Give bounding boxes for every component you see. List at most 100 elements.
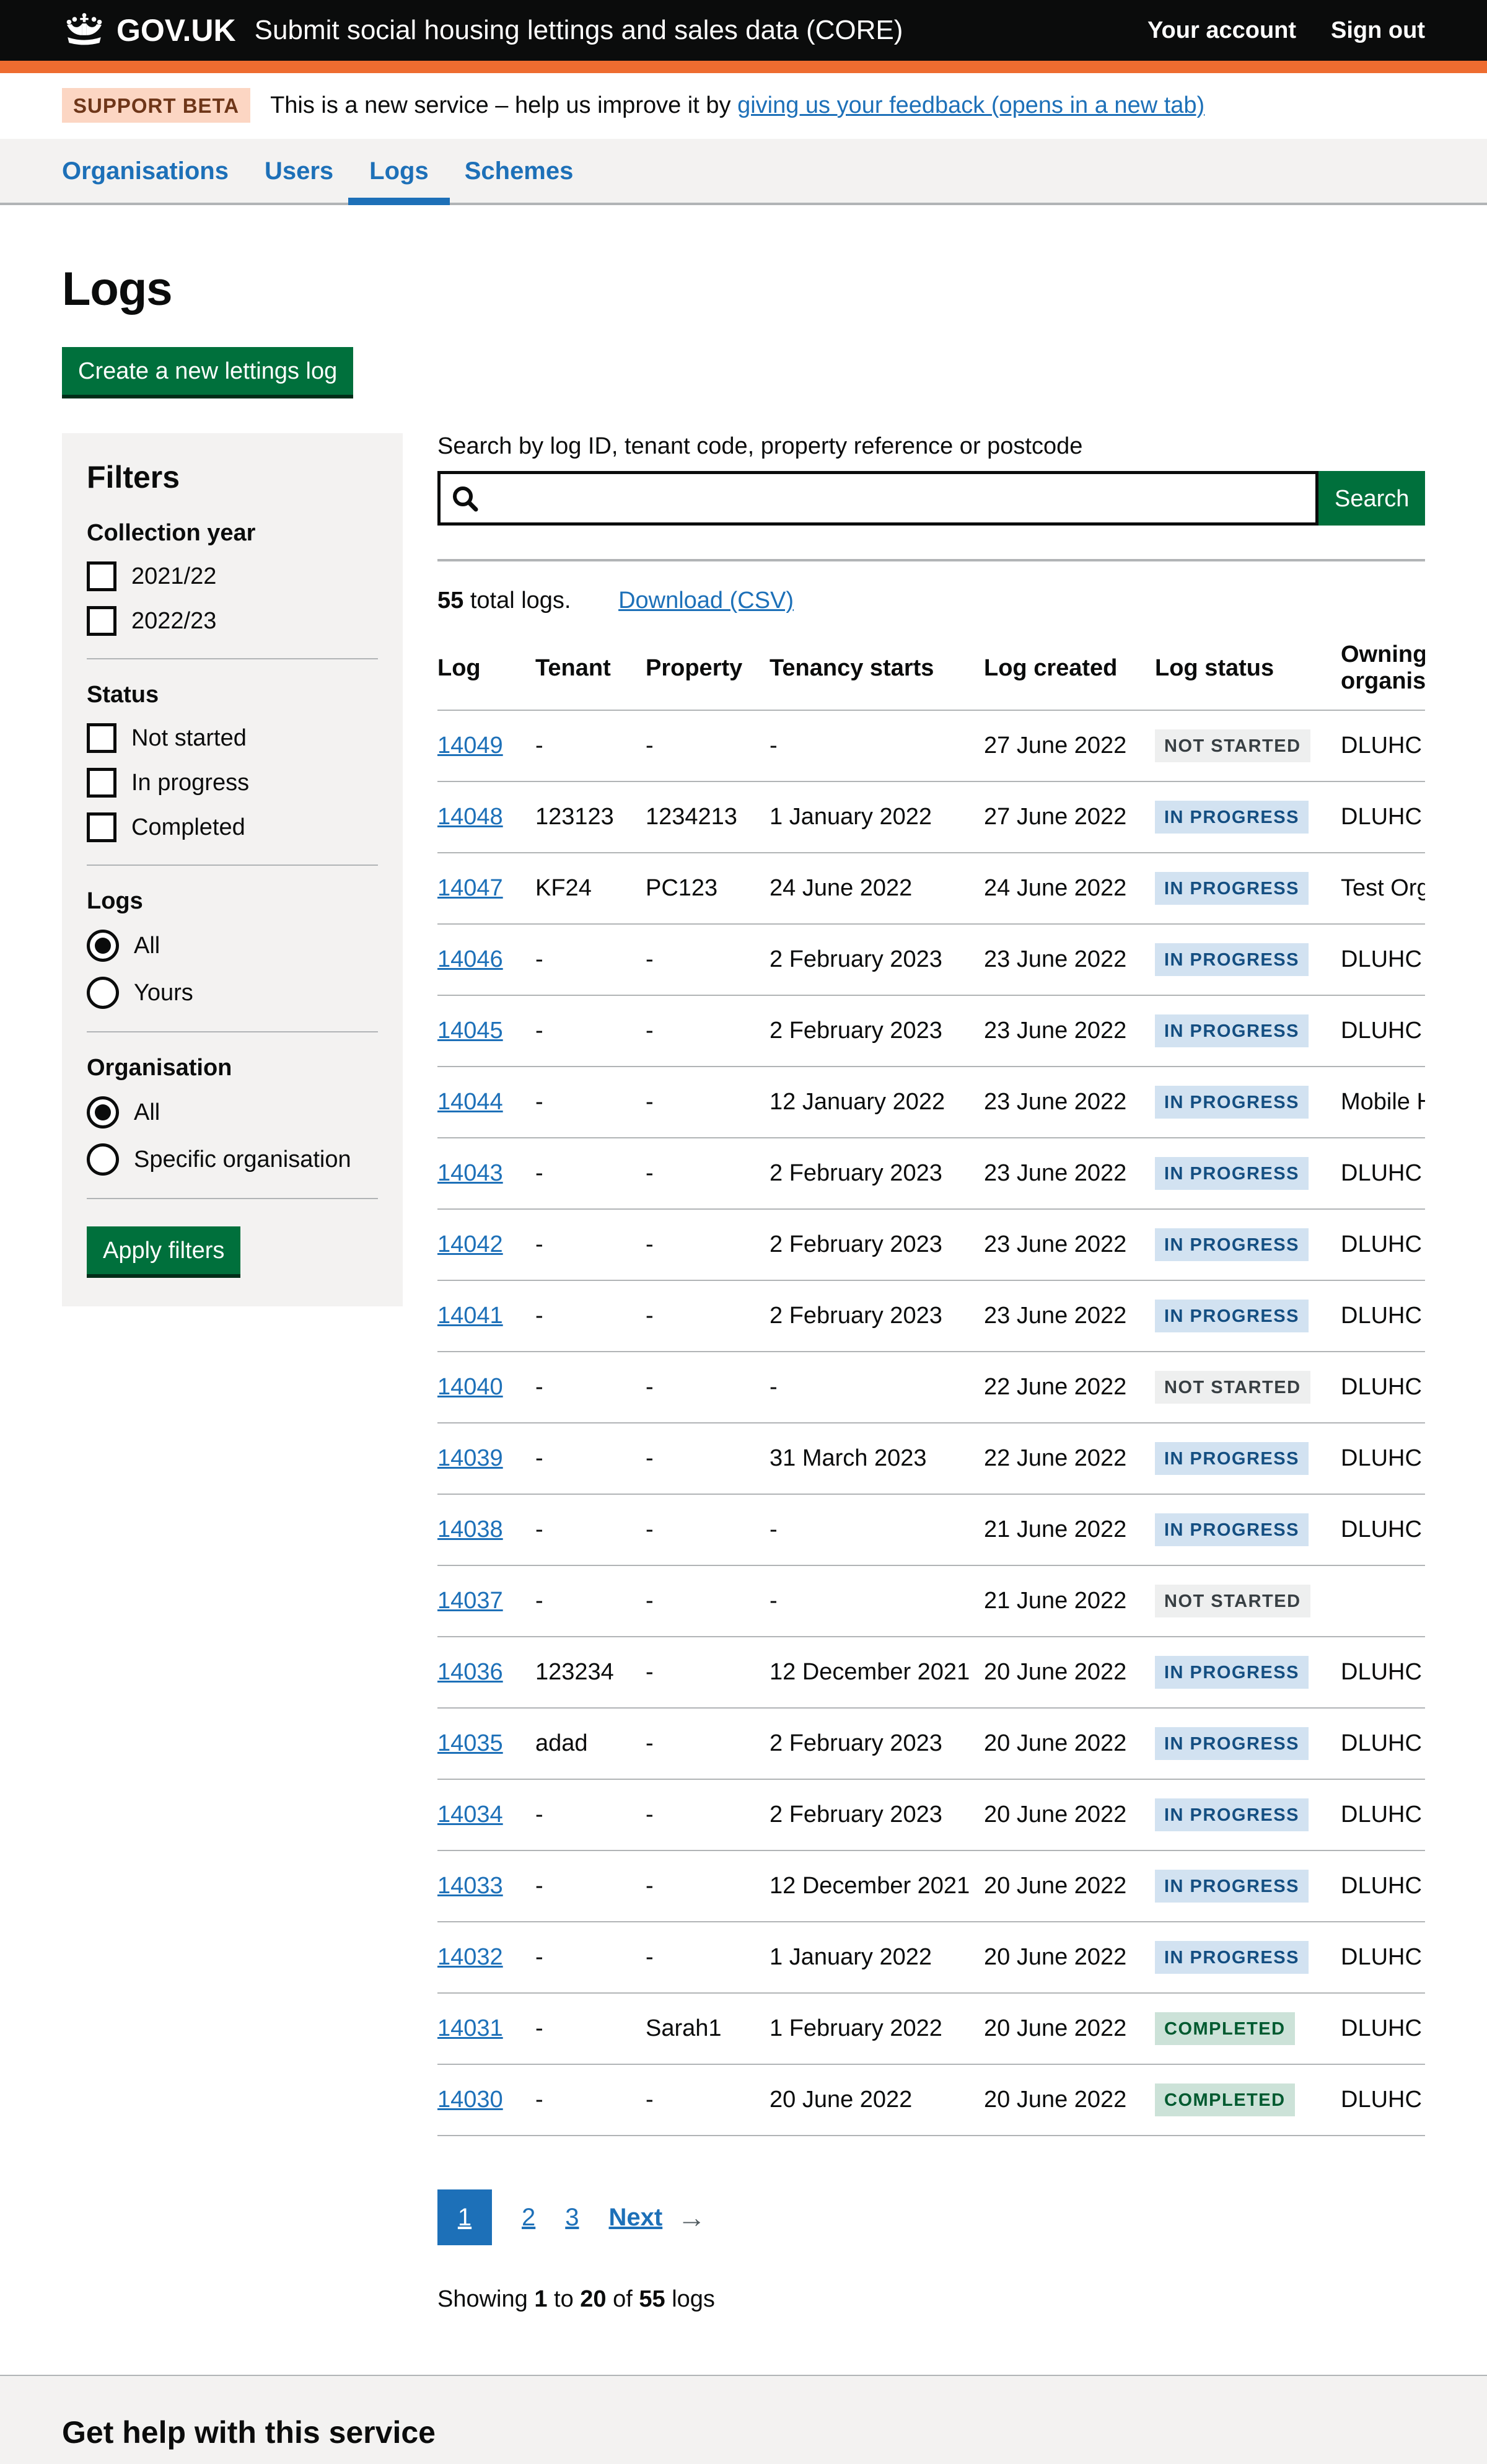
- radio-label[interactable]: Yours: [134, 980, 193, 1006]
- log-link[interactable]: 14040: [437, 1374, 503, 1400]
- status-cell: NOT STARTED: [1155, 1565, 1341, 1637]
- log-created-cell: 20 June 2022: [984, 1850, 1155, 1922]
- radio-specific-organisation[interactable]: [87, 1143, 119, 1176]
- tab-users[interactable]: Users: [265, 139, 333, 203]
- log-link[interactable]: 14033: [437, 1873, 503, 1899]
- status-badge: IN PROGRESS: [1155, 1656, 1309, 1689]
- log-link[interactable]: 14032: [437, 1944, 503, 1970]
- log-link[interactable]: 14035: [437, 1730, 503, 1756]
- radio-label[interactable]: All: [134, 1099, 160, 1126]
- page-2[interactable]: 2: [522, 2204, 535, 2232]
- radio-label[interactable]: Specific organisation: [134, 1146, 351, 1173]
- owning-organisation-cell: DLUHC: [1341, 1352, 1425, 1423]
- checkbox-option-completed[interactable]: Completed: [87, 812, 378, 842]
- log-created-cell: 20 June 2022: [984, 1779, 1155, 1850]
- radio-option-specific-organisation[interactable]: Specific organisation: [87, 1143, 378, 1176]
- service-name[interactable]: Submit social housing lettings and sales…: [255, 15, 903, 46]
- sign-out-link[interactable]: Sign out: [1331, 17, 1425, 44]
- log-cell: 14035: [437, 1708, 535, 1779]
- radio-yours[interactable]: [87, 977, 119, 1009]
- checkbox-2021-22[interactable]: [87, 561, 116, 591]
- status-cell: IN PROGRESS: [1155, 1067, 1341, 1138]
- log-created-cell: 21 June 2022: [984, 1494, 1155, 1565]
- logs-table: Log Tenant Property Tenancy starts Log c…: [437, 641, 1425, 2136]
- property-cell: PC123: [646, 853, 770, 924]
- log-created-cell: 23 June 2022: [984, 924, 1155, 995]
- table-row: 14042--2 February 202323 June 2022IN PRO…: [437, 1209, 1425, 1280]
- checkbox-option-not-started[interactable]: Not started: [87, 723, 378, 753]
- radio-option-yours[interactable]: Yours: [87, 977, 378, 1009]
- log-link[interactable]: 14030: [437, 2087, 503, 2113]
- checkbox-2022-23[interactable]: [87, 606, 116, 636]
- log-link[interactable]: 14045: [437, 1018, 503, 1044]
- log-link[interactable]: 14047: [437, 875, 503, 901]
- checkbox-label[interactable]: In progress: [131, 770, 249, 796]
- tenant-cell: 123234: [535, 1637, 646, 1708]
- header-logo-group[interactable]: GOV.UK Submit social housing lettings an…: [62, 12, 903, 48]
- tenant-cell: -: [535, 1423, 646, 1494]
- log-link[interactable]: 14046: [437, 946, 503, 972]
- property-cell: -: [646, 1209, 770, 1280]
- checkbox-completed[interactable]: [87, 812, 116, 842]
- page-1[interactable]: 1: [437, 2189, 492, 2245]
- tab-schemes[interactable]: Schemes: [465, 139, 574, 203]
- property-cell: -: [646, 995, 770, 1067]
- tenancy-starts-cell: 2 February 2023: [770, 1708, 984, 1779]
- log-link[interactable]: 14036: [437, 1659, 503, 1685]
- checkbox-label[interactable]: 2021/22: [131, 563, 216, 590]
- checkbox-option-2022-23[interactable]: 2022/23: [87, 606, 378, 636]
- showing-prefix: Showing: [437, 2286, 534, 2312]
- status-badge: IN PROGRESS: [1155, 943, 1309, 976]
- create-lettings-log-button[interactable]: Create a new lettings log: [62, 347, 353, 395]
- checkbox-option-2021-22[interactable]: 2021/22: [87, 561, 378, 591]
- checkbox-label[interactable]: Not started: [131, 725, 247, 752]
- log-link[interactable]: 14039: [437, 1445, 503, 1471]
- log-created-cell: 23 June 2022: [984, 1138, 1155, 1209]
- page-3[interactable]: 3: [565, 2204, 579, 2232]
- radio-label[interactable]: All: [134, 933, 160, 959]
- showing-suffix: logs: [665, 2286, 715, 2312]
- log-link[interactable]: 14044: [437, 1089, 503, 1115]
- owning-organisation-cell: DLUHC Test: [1341, 1779, 1425, 1850]
- property-cell: -: [646, 1352, 770, 1423]
- log-link[interactable]: 14049: [437, 733, 503, 759]
- tenancy-starts-cell: 2 February 2023: [770, 1779, 984, 1850]
- tenant-cell: -: [535, 1138, 646, 1209]
- log-link[interactable]: 14042: [437, 1231, 503, 1257]
- property-cell: -: [646, 1280, 770, 1352]
- table-row: 14047KF24PC12324 June 202224 June 2022IN…: [437, 853, 1425, 924]
- next-page-link[interactable]: Next: [609, 2204, 663, 2232]
- feedback-link[interactable]: giving us your feedback (opens in a new …: [737, 92, 1204, 118]
- checkbox-not-started[interactable]: [87, 723, 116, 753]
- table-row: 14037---21 June 2022NOT STARTED: [437, 1565, 1425, 1637]
- radio-option-all[interactable]: All: [87, 1096, 378, 1129]
- checkbox-label[interactable]: 2022/23: [131, 608, 216, 635]
- radio-all[interactable]: [87, 930, 119, 962]
- download-csv-link[interactable]: Download (CSV): [618, 587, 794, 614]
- status-cell: IN PROGRESS: [1155, 1850, 1341, 1922]
- status-cell: IN PROGRESS: [1155, 924, 1341, 995]
- phase-banner: SUPPORT BETA This is a new service – hel…: [0, 73, 1487, 139]
- tab-logs[interactable]: Logs: [369, 139, 429, 203]
- log-link[interactable]: 14048: [437, 804, 503, 830]
- col-log: Log: [437, 641, 535, 710]
- status-badge: IN PROGRESS: [1155, 1513, 1309, 1546]
- log-link[interactable]: 14038: [437, 1516, 503, 1542]
- tab-organisations[interactable]: Organisations: [62, 139, 229, 203]
- log-cell: 14043: [437, 1138, 535, 1209]
- table-row: 14034--2 February 202320 June 2022IN PRO…: [437, 1779, 1425, 1850]
- radio-option-all[interactable]: All: [87, 930, 378, 962]
- log-link[interactable]: 14043: [437, 1160, 503, 1186]
- apply-filters-button[interactable]: Apply filters: [87, 1226, 240, 1274]
- log-link[interactable]: 14037: [437, 1588, 503, 1614]
- checkbox-option-in-progress[interactable]: In progress: [87, 768, 378, 798]
- search-input[interactable]: [437, 471, 1318, 526]
- your-account-link[interactable]: Your account: [1147, 17, 1296, 44]
- log-link[interactable]: 14034: [437, 1802, 503, 1828]
- checkbox-label[interactable]: Completed: [131, 814, 245, 841]
- radio-all[interactable]: [87, 1096, 119, 1129]
- log-link[interactable]: 14031: [437, 2015, 503, 2041]
- checkbox-in-progress[interactable]: [87, 768, 116, 798]
- search-button[interactable]: Search: [1318, 471, 1425, 526]
- log-link[interactable]: 14041: [437, 1303, 503, 1329]
